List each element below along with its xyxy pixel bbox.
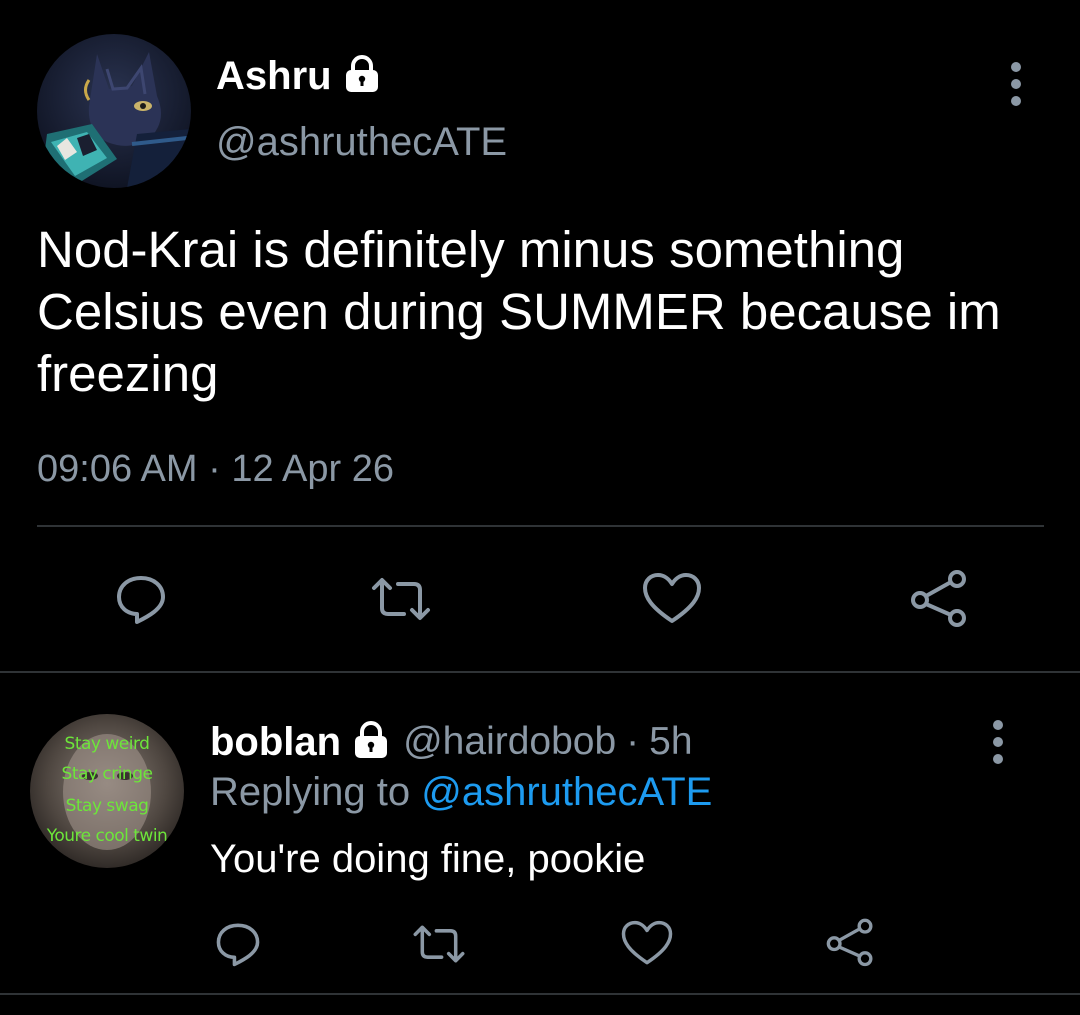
retweet-button[interactable] <box>410 920 468 968</box>
tweet-text: Nod-Krai is definitely minus something C… <box>37 221 1001 402</box>
reply-icon <box>216 923 260 967</box>
more-options-icon[interactable] <box>1003 62 1029 106</box>
reply-header: boblan @hairdobob · 5h <box>210 718 693 766</box>
avatar[interactable]: Stay weird Stay cringe Stay swag Youre c… <box>30 714 184 868</box>
share-icon <box>911 570 966 627</box>
lock-icon <box>351 720 391 764</box>
retweet-button[interactable] <box>368 572 434 626</box>
cat-avatar-icon <box>37 34 191 188</box>
tweet-thread: Ashru @ashruthecATE Nod-Krai is definite… <box>0 0 1080 1015</box>
avatar[interactable] <box>37 34 191 188</box>
tweet-text: You're doing fine, pookie <box>210 837 646 881</box>
reply-time[interactable]: 5h <box>649 718 692 766</box>
avatar-caption-line: Stay weird <box>64 734 150 754</box>
share-button[interactable] <box>824 916 876 968</box>
display-name[interactable]: boblan <box>210 718 341 766</box>
divider <box>37 525 1044 527</box>
separator: · <box>626 720 640 763</box>
reply-button[interactable] <box>212 918 264 970</box>
like-button[interactable] <box>641 570 703 628</box>
like-icon <box>643 573 701 623</box>
like-button[interactable] <box>620 918 674 968</box>
author-handle[interactable]: @hairdobob <box>403 718 616 766</box>
more-options-icon[interactable] <box>985 720 1011 764</box>
divider <box>0 671 1080 673</box>
display-name[interactable]: Ashru <box>216 52 332 100</box>
like-icon <box>621 920 673 964</box>
divider <box>0 993 1080 995</box>
tweet-timestamp[interactable]: 09:06 AM · 12 Apr 26 <box>37 445 394 493</box>
lock-icon <box>342 54 382 98</box>
avatar-caption-line: Stay cringe <box>61 764 153 784</box>
avatar-caption-line: Youre cool twin <box>46 826 168 846</box>
retweet-icon <box>413 925 465 963</box>
replying-prefix: Replying to <box>210 770 422 814</box>
avatar-caption-line: Stay swag <box>65 796 149 816</box>
retweet-icon <box>372 578 430 620</box>
replying-handle-link[interactable]: @ashruthecATE <box>421 770 712 814</box>
share-button[interactable] <box>908 568 970 628</box>
author-row: Ashru <box>216 52 382 100</box>
author-handle[interactable]: @ashruthecATE <box>216 118 507 166</box>
reply-icon <box>117 576 165 624</box>
replying-to: Replying to @ashruthecATE <box>210 768 712 816</box>
reply-button[interactable] <box>112 570 170 628</box>
share-icon <box>826 918 873 967</box>
